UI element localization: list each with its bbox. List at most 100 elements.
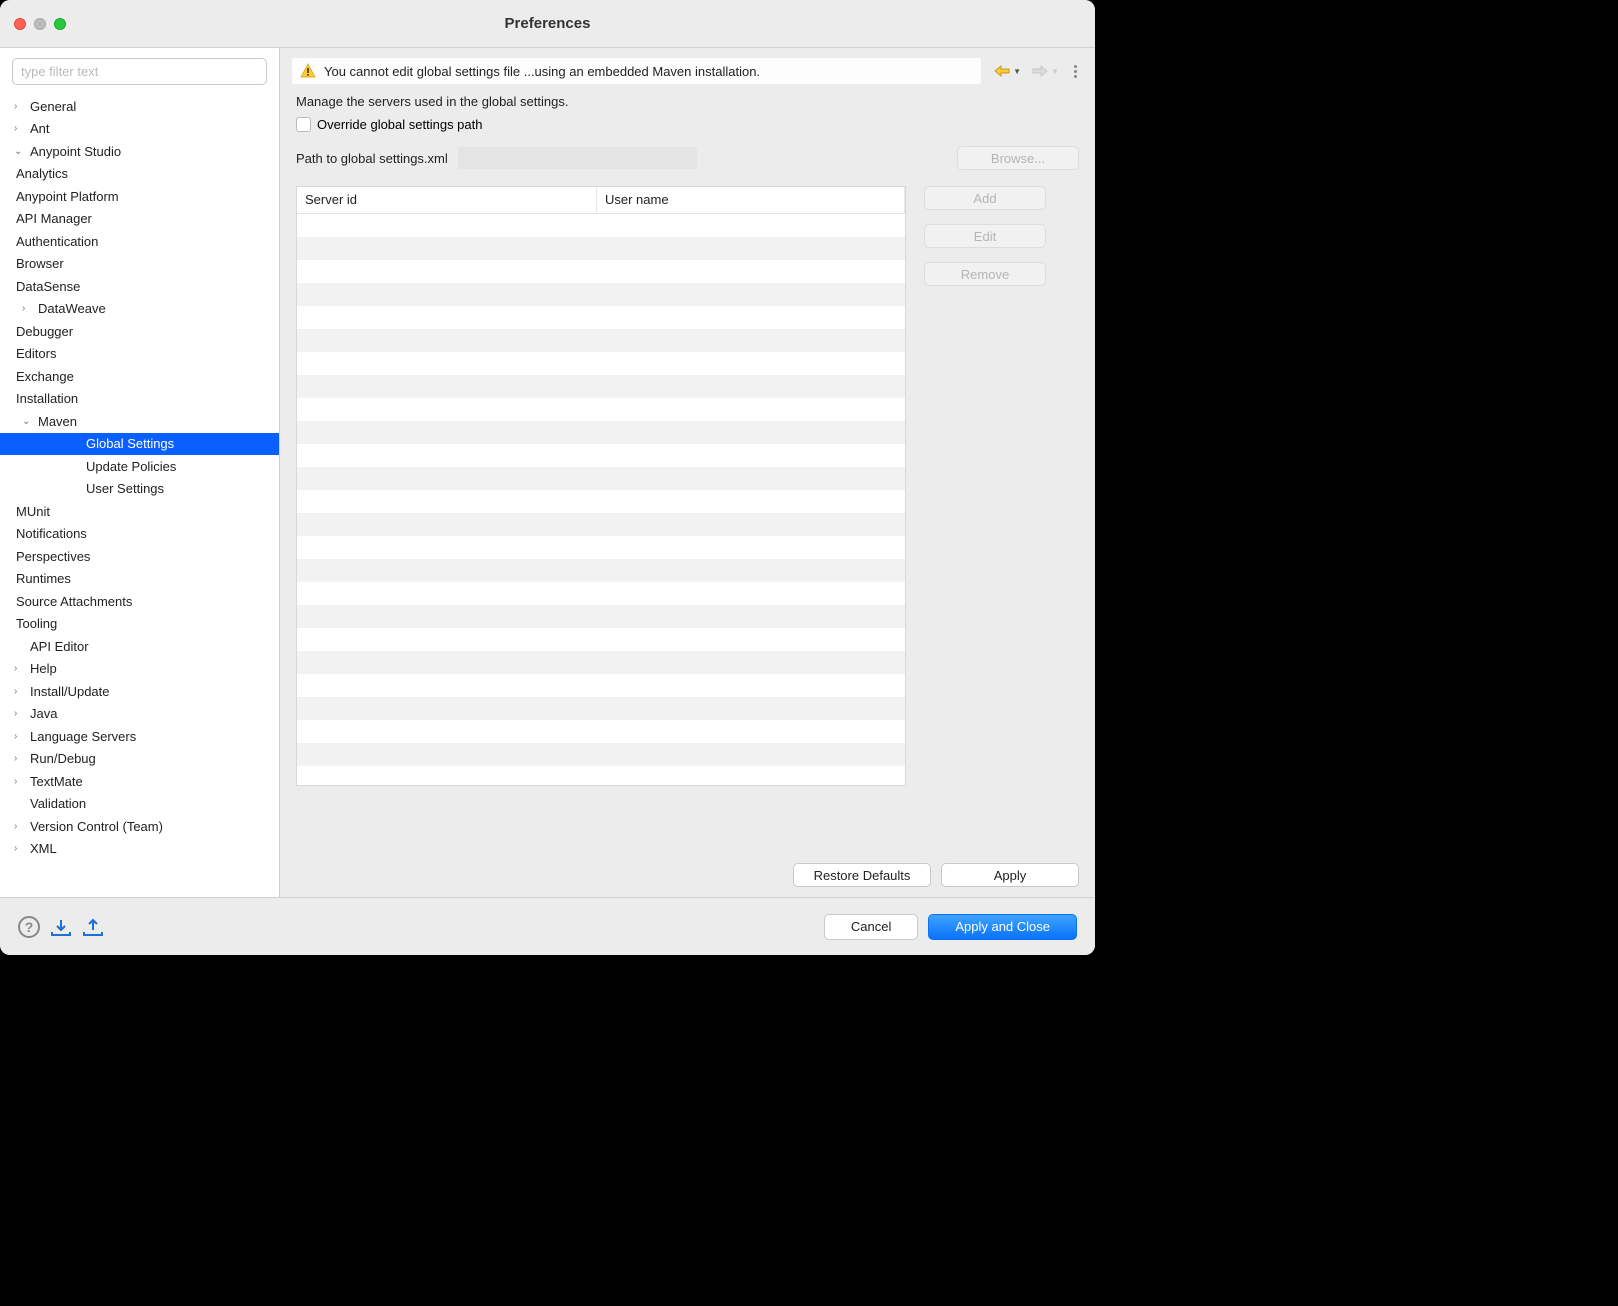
tree-ant[interactable]: ›Ant [0,118,279,141]
table-row[interactable] [297,628,905,651]
tree-general[interactable]: ›General [0,95,279,118]
tree-label: User Settings [86,481,164,496]
preferences-tree[interactable]: ›General ›Ant ⌄Anypoint Studio Analytics… [0,93,279,897]
tree-source-attachments[interactable]: Source Attachments [0,590,279,613]
tree-install-update[interactable]: ›Install/Update [0,680,279,703]
tree-label: Browser [16,256,64,271]
table-row[interactable] [297,766,905,786]
path-row: Path to global settings.xml Browse... [296,146,1079,170]
tree-dataweave[interactable]: ›DataWeave [0,298,279,321]
servers-table[interactable]: Server id User name [296,186,906,786]
override-checkbox-row: Override global settings path [296,117,1079,132]
table-row[interactable] [297,467,905,490]
back-button[interactable]: ▼ [991,64,1023,78]
tree-java[interactable]: ›Java [0,703,279,726]
table-row[interactable] [297,306,905,329]
table-row[interactable] [297,559,905,582]
tree-version-control[interactable]: ›Version Control (Team) [0,815,279,838]
table-row[interactable] [297,720,905,743]
apply-button[interactable]: Apply [941,863,1079,887]
table-row[interactable] [297,605,905,628]
remove-button[interactable]: Remove [924,262,1046,286]
filter-input[interactable] [12,58,267,85]
table-row[interactable] [297,214,905,237]
tree-label: Validation [30,796,86,811]
table-row[interactable] [297,536,905,559]
tree-analytics[interactable]: Analytics [0,163,279,186]
tree-api-editor[interactable]: API Editor [0,635,279,658]
cancel-button[interactable]: Cancel [824,914,918,940]
table-row[interactable] [297,674,905,697]
import-icon[interactable] [50,918,72,936]
tree-anypoint-platform[interactable]: Anypoint Platform [0,185,279,208]
table-row[interactable] [297,697,905,720]
add-button[interactable]: Add [924,186,1046,210]
tree-label: Installation [16,391,78,406]
table-row[interactable] [297,743,905,766]
tree-language-servers[interactable]: ›Language Servers [0,725,279,748]
tree-munit[interactable]: MUnit [0,500,279,523]
view-menu-icon[interactable] [1067,65,1083,78]
table-row[interactable] [297,375,905,398]
dropdown-icon[interactable]: ▼ [1013,67,1021,76]
tree-label: Analytics [16,166,68,181]
tree-datasense[interactable]: DataSense [0,275,279,298]
export-icon[interactable] [82,918,104,936]
warning-banner: You cannot edit global settings file ...… [292,58,981,84]
tree-global-settings[interactable]: Global Settings [0,433,279,456]
tree-installation[interactable]: Installation [0,388,279,411]
tree-exchange[interactable]: Exchange [0,365,279,388]
tree-runtimes[interactable]: Runtimes [0,568,279,591]
table-row[interactable] [297,237,905,260]
tree-update-policies[interactable]: Update Policies [0,455,279,478]
table-row[interactable] [297,582,905,605]
tree-tooling[interactable]: Tooling [0,613,279,636]
help-icon[interactable]: ? [18,916,40,938]
tree-user-settings[interactable]: User Settings [0,478,279,501]
tree-textmate[interactable]: ›TextMate [0,770,279,793]
table-row[interactable] [297,490,905,513]
tree-maven[interactable]: ⌄Maven [0,410,279,433]
table-row[interactable] [297,260,905,283]
nav-arrows: ▼ ▼ [991,64,1083,78]
chevron-down-icon[interactable]: ⌄ [22,416,38,427]
tree-api-manager[interactable]: API Manager [0,208,279,231]
tree-debugger[interactable]: Debugger [0,320,279,343]
table-row[interactable] [297,444,905,467]
col-user-name[interactable]: User name [597,187,905,213]
minimize-window-button[interactable] [34,18,46,30]
table-row[interactable] [297,283,905,306]
tree-browser[interactable]: Browser [0,253,279,276]
close-window-button[interactable] [14,18,26,30]
table-row[interactable] [297,329,905,352]
col-server-id[interactable]: Server id [297,187,597,213]
tree-label: TextMate [30,774,83,789]
body: ›General ›Ant ⌄Anypoint Studio Analytics… [0,48,1095,897]
edit-button[interactable]: Edit [924,224,1046,248]
forward-button[interactable]: ▼ [1029,64,1061,78]
table-row[interactable] [297,513,905,536]
tree-editors[interactable]: Editors [0,343,279,366]
tree-perspectives[interactable]: Perspectives [0,545,279,568]
footer: ? Cancel Apply and Close [0,897,1095,955]
tree-validation[interactable]: Validation [0,793,279,816]
tree-xml[interactable]: ›XML [0,838,279,861]
table-row[interactable] [297,651,905,674]
chevron-down-icon[interactable]: ⌄ [14,146,30,157]
override-checkbox[interactable] [296,117,311,132]
table-row[interactable] [297,352,905,375]
tree-run-debug[interactable]: ›Run/Debug [0,748,279,771]
titlebar[interactable]: Preferences [0,0,1095,48]
tree-authentication[interactable]: Authentication [0,230,279,253]
tree-label: Exchange [16,369,74,384]
tree-notifications[interactable]: Notifications [0,523,279,546]
zoom-window-button[interactable] [54,18,66,30]
tree-anypoint-studio[interactable]: ⌄Anypoint Studio [0,140,279,163]
tree-label: MUnit [16,504,50,519]
table-row[interactable] [297,421,905,444]
tree-help[interactable]: ›Help [0,658,279,681]
browse-button[interactable]: Browse... [957,146,1079,170]
restore-defaults-button[interactable]: Restore Defaults [793,863,931,887]
table-row[interactable] [297,398,905,421]
apply-and-close-button[interactable]: Apply and Close [928,914,1077,940]
